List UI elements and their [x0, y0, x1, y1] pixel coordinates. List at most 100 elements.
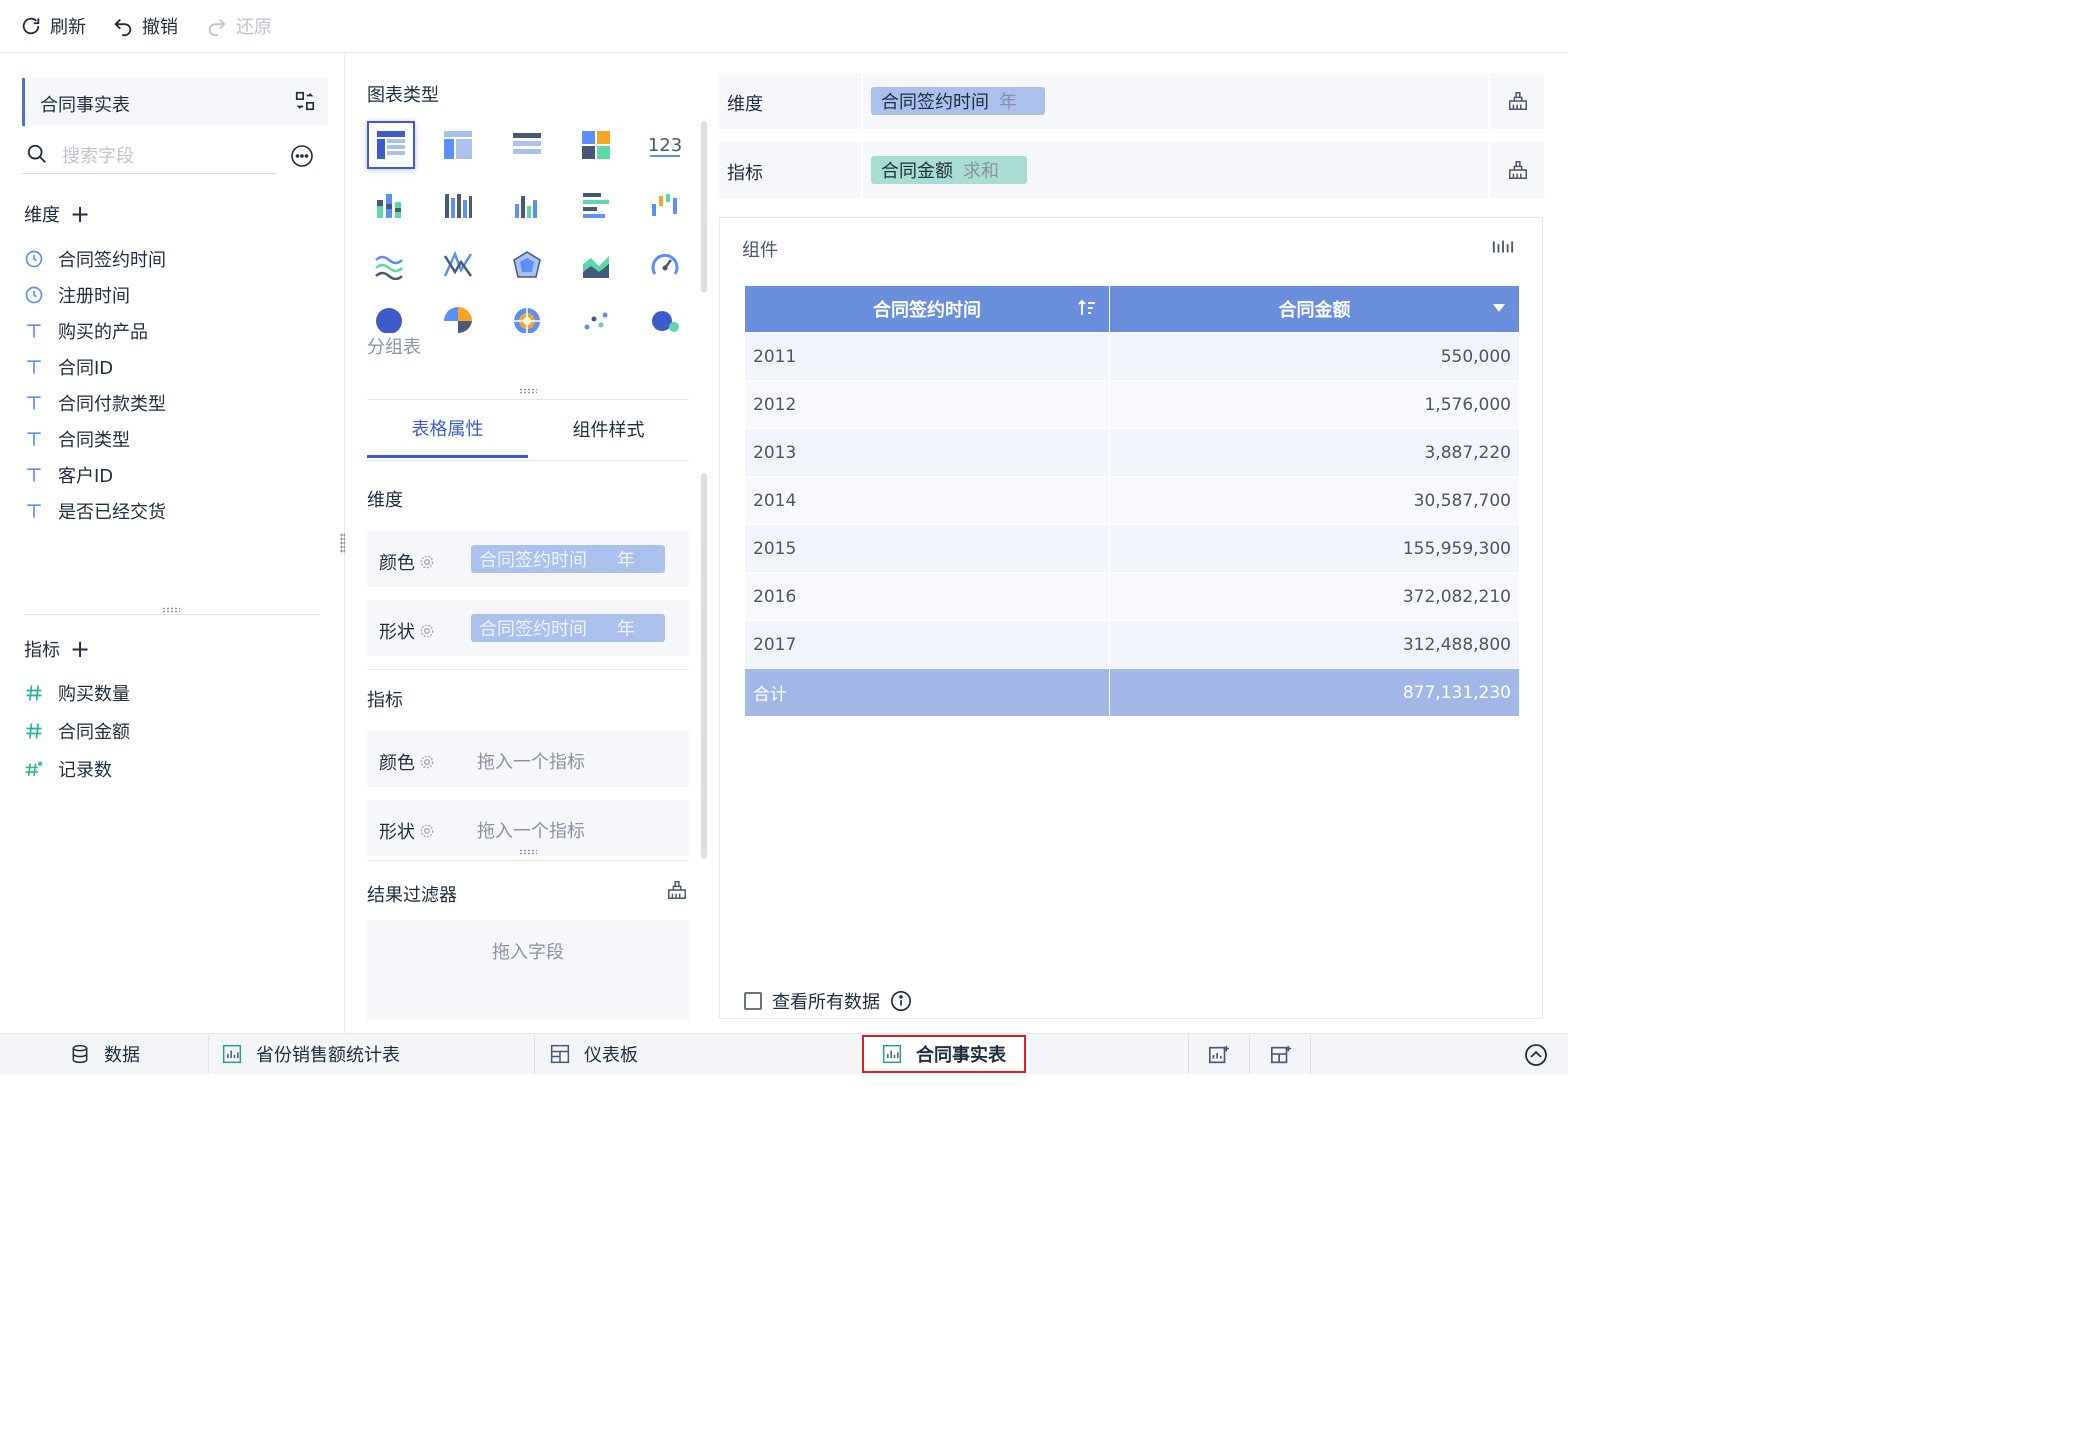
chart-type-group-table[interactable]	[367, 121, 415, 169]
color-dimension-chip[interactable]: 合同签约时间 年	[471, 545, 665, 573]
view-all-checkbox[interactable]	[744, 992, 762, 1010]
add-dashboard-icon[interactable]	[1270, 1044, 1292, 1066]
field-item[interactable]: 合同类型	[24, 424, 130, 454]
measure-color-row[interactable]: 颜色 拖入一个指标	[367, 731, 689, 787]
dashboard-icon	[550, 1044, 570, 1064]
info-icon[interactable]	[890, 990, 912, 1012]
chart-type-rose[interactable]	[436, 301, 480, 333]
chart-type-gauge[interactable]	[643, 243, 687, 287]
chart-type-kpi[interactable]	[574, 123, 618, 167]
panel-resize-grip[interactable]	[162, 607, 180, 613]
field-item[interactable]: 购买的产品	[24, 316, 148, 346]
tab-dashboard[interactable]: 仪表板	[550, 1034, 638, 1074]
chart-type-sunburst[interactable]	[505, 301, 549, 333]
field-item[interactable]: 是否已经交货	[24, 496, 166, 526]
field-item[interactable]: 客户ID	[24, 460, 113, 490]
field-item[interactable]: 合同金额	[24, 716, 130, 746]
attr-measure-title: 指标	[367, 690, 403, 711]
tab-contract-fact-table[interactable]: 合同事实表	[862, 1035, 1026, 1073]
attr-resize-grip[interactable]	[519, 849, 537, 855]
dimension-color-row[interactable]: 颜色 合同签约时间 年	[367, 531, 689, 587]
chart-type-pie[interactable]	[367, 301, 411, 333]
refresh-button[interactable]: 刷新	[20, 12, 86, 40]
chart-type-column[interactable]	[505, 183, 549, 227]
more-options-icon[interactable]	[290, 144, 314, 168]
chart-type-bubble[interactable]	[643, 301, 687, 333]
dropdown-caret-icon[interactable]	[1493, 304, 1505, 312]
result-filter-dropzone[interactable]: 拖入字段	[367, 920, 689, 1020]
dataset-name: 合同事实表	[40, 95, 130, 116]
attr-scrollbar[interactable]	[701, 473, 707, 859]
gear-icon[interactable]	[419, 823, 435, 839]
sort-ascending-icon[interactable]	[1077, 298, 1097, 318]
chart-type-resize-grip[interactable]	[519, 388, 537, 394]
chart-type-scatter[interactable]	[574, 301, 618, 333]
pie-chart-icon	[376, 308, 402, 333]
chip-sub: 年	[617, 619, 635, 640]
column-header-sign-time[interactable]: 合同签约时间	[744, 285, 1110, 333]
gear-icon[interactable]	[419, 754, 435, 770]
measure-shape-row[interactable]: 形状 拖入一个指标	[367, 800, 689, 856]
chart-type-bar[interactable]	[574, 183, 618, 227]
chart-config-panel: 图表类型 123 分组表 表格属性 组件样式 维度 颜色 合同签约时间 年 形状…	[345, 53, 715, 1033]
chart-type-number[interactable]: 123	[643, 123, 687, 167]
field-item[interactable]: 记录数	[24, 754, 112, 784]
field-item[interactable]: 合同签约时间	[24, 244, 166, 274]
chart-type-detail-table[interactable]	[505, 123, 549, 167]
tab-label: 组件样式	[572, 420, 645, 441]
divider	[1249, 1034, 1250, 1074]
chart-type-cross-table[interactable]	[436, 123, 480, 167]
chart-type-area[interactable]	[574, 243, 618, 287]
chart-type-line[interactable]	[367, 243, 411, 287]
tab-component-style[interactable]: 组件样式	[528, 400, 689, 458]
table-row: 2012 1,576,000	[744, 380, 1520, 429]
chart-type-multi-column[interactable]	[436, 183, 480, 227]
add-component-icon[interactable]	[1208, 1044, 1230, 1066]
divider	[367, 669, 689, 670]
add-dimension-icon[interactable]: +	[70, 202, 90, 226]
chart-type-radar[interactable]	[505, 243, 549, 287]
chart-type-stacked-column[interactable]	[367, 183, 411, 227]
column-header-amount[interactable]: 合同金额	[1109, 285, 1520, 333]
table-row: 2013 3,887,220	[744, 428, 1520, 477]
gear-icon[interactable]	[419, 554, 435, 570]
switch-dataset-icon[interactable]	[294, 90, 316, 112]
redo-button[interactable]: 还原	[206, 12, 272, 40]
chart-type-polyline[interactable]	[436, 243, 480, 287]
gear-icon[interactable]	[419, 623, 435, 639]
measure-shelf[interactable]: 指标 合同金额 求和	[719, 142, 1544, 198]
total-label: 合计	[744, 668, 1110, 717]
pill-sub: 求和	[963, 161, 999, 182]
dimension-shape-row[interactable]: 形状 合同签约时间 年	[367, 600, 689, 656]
redo-icon	[208, 18, 226, 37]
dimension-shelf[interactable]: 维度 合同签约时间 年	[719, 73, 1544, 129]
chart-type-tooltip: 分组表	[367, 337, 421, 358]
bar-chart-icon	[882, 1044, 902, 1064]
dimension-pill[interactable]: 合同签约时间 年	[871, 87, 1045, 115]
collapse-up-icon[interactable]	[1524, 1043, 1548, 1067]
chart-type-scrollbar[interactable]	[701, 121, 707, 293]
undo-button[interactable]: 撤销	[112, 12, 178, 40]
chart-type-waterfall[interactable]	[643, 183, 687, 227]
add-measure-icon[interactable]: +	[70, 637, 90, 661]
search-input[interactable]	[60, 141, 274, 171]
view-all-data[interactable]: 查看所有数据	[744, 988, 912, 1014]
tab-data[interactable]: 数据	[70, 1034, 140, 1074]
filter-icon[interactable]	[1507, 90, 1529, 112]
field-item[interactable]: 合同ID	[24, 352, 113, 382]
chart-settings-icon[interactable]	[1492, 238, 1514, 256]
shape-dimension-chip[interactable]: 合同签约时间 年	[471, 614, 665, 642]
data-table: 合同签约时间 合同金额 2011 550,000 2012 1,576,000 2013…	[744, 285, 1520, 717]
dataset-selector[interactable]: 合同事实表	[22, 78, 328, 126]
field-item[interactable]: 注册时间	[24, 280, 130, 310]
filter-icon[interactable]	[1507, 159, 1529, 181]
text-icon	[24, 429, 44, 449]
measure-pill[interactable]: 合同金额 求和	[871, 156, 1027, 184]
filter-icon[interactable]	[666, 879, 688, 901]
cell-amount: 372,082,210	[1109, 572, 1520, 621]
field-item[interactable]: 合同付款类型	[24, 388, 166, 418]
line-chart-icon	[375, 255, 403, 280]
tab-table-properties[interactable]: 表格属性	[367, 400, 528, 458]
field-item[interactable]: 购买数量	[24, 678, 130, 708]
tab-province-sales[interactable]: 省份销售额统计表	[222, 1034, 400, 1074]
